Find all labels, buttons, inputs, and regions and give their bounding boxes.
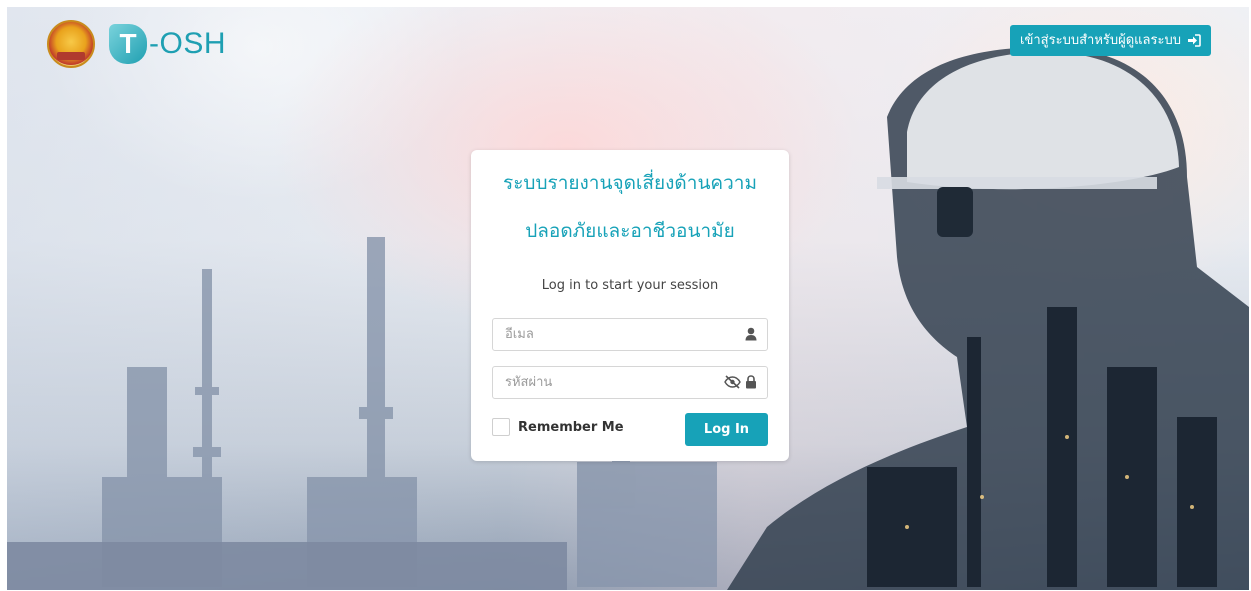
system-title-line2: ปลอดภัยและอาชีวอนามัย: [525, 220, 735, 242]
lock-icon: [746, 375, 756, 389]
eye-slash-icon[interactable]: [724, 375, 741, 389]
login-subtitle: Log in to start your session: [541, 278, 719, 293]
login-button[interactable]: Log In: [685, 413, 768, 446]
government-seal-logo: [47, 20, 95, 68]
remember-me[interactable]: Remember Me: [492, 418, 624, 436]
password-field[interactable]: [492, 366, 768, 399]
email-input[interactable]: [493, 319, 767, 350]
tosh-logo-mark: T: [109, 24, 147, 64]
system-title-line1: ระบบรายงานจุดเสี่ยงด้านความ: [502, 172, 757, 194]
background-scene: T -OSH เข้าสู่ระบบสำหรับผู้ดูแลระบบ ระบบ…: [7, 7, 1249, 590]
system-title: ระบบรายงานจุดเสี่ยงด้านความ ปลอดภัยและอา…: [471, 159, 789, 255]
user-icon: [745, 327, 757, 341]
login-card: ระบบรายงานจุดเสี่ยงด้านความ ปลอดภัยและอา…: [471, 150, 789, 461]
brand-header: T -OSH: [47, 20, 226, 68]
remember-me-checkbox[interactable]: [492, 418, 510, 436]
admin-login-button[interactable]: เข้าสู่ระบบสำหรับผู้ดูแลระบบ: [1010, 25, 1211, 56]
sign-in-icon: [1188, 34, 1201, 47]
remember-me-label: Remember Me: [518, 419, 624, 435]
admin-login-label: เข้าสู่ระบบสำหรับผู้ดูแลระบบ: [1020, 33, 1181, 48]
tosh-logo-text: -OSH: [149, 27, 226, 60]
tosh-logo[interactable]: T -OSH: [109, 24, 226, 64]
email-field[interactable]: [492, 318, 768, 351]
